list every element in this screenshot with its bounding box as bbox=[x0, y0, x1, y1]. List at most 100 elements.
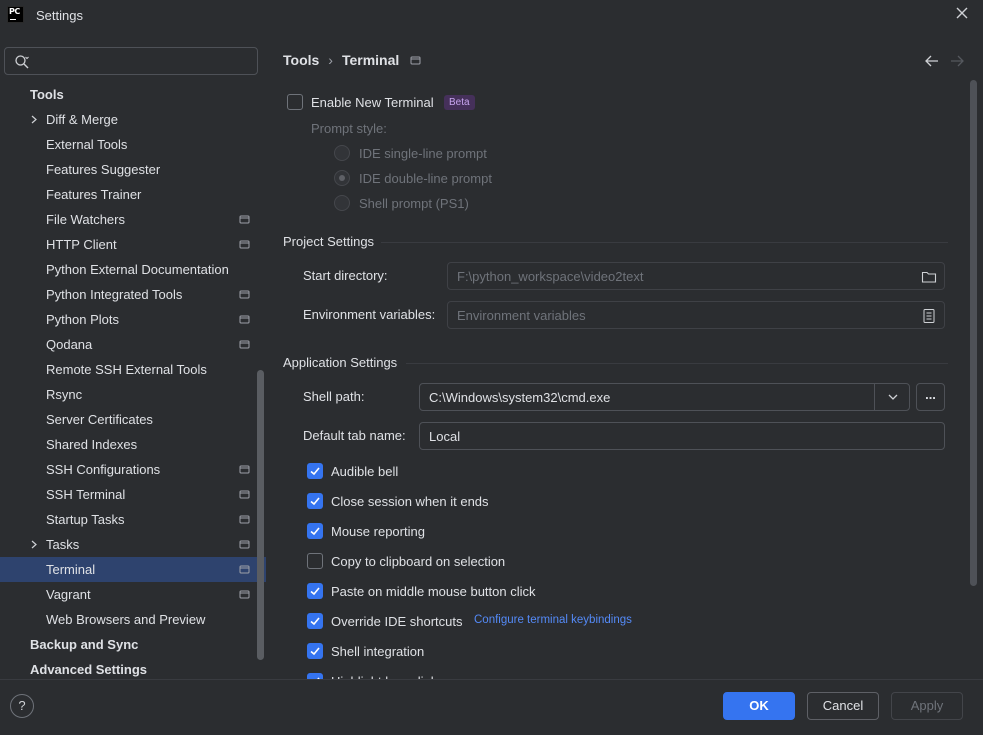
chevron-right-icon[interactable] bbox=[29, 540, 38, 549]
default-tab-label: Default tab name: bbox=[303, 428, 406, 443]
checkmark-icon bbox=[310, 527, 320, 536]
sidebar-item-diff-merge[interactable]: Diff & Merge bbox=[0, 107, 266, 132]
sidebar-item-label: Tools bbox=[30, 87, 64, 102]
option-label[interactable]: Mouse reporting bbox=[331, 524, 425, 539]
radio-double-line-label: IDE double-line prompt bbox=[359, 171, 492, 186]
default-tab-field[interactable]: Local bbox=[419, 422, 945, 450]
settings-search[interactable] bbox=[4, 47, 258, 75]
sidebar-item-tasks[interactable]: Tasks bbox=[0, 532, 266, 557]
sidebar-item-advanced-settings[interactable]: Advanced Settings bbox=[0, 657, 266, 679]
sidebar-item-terminal[interactable]: Terminal bbox=[0, 557, 266, 582]
browse-shell-button[interactable]: ... bbox=[916, 383, 945, 411]
sidebar-item-external-tools[interactable]: External Tools bbox=[0, 132, 266, 157]
sidebar-item-label: HTTP Client bbox=[46, 237, 117, 252]
arrow-left-icon[interactable] bbox=[924, 54, 940, 68]
project-scope-icon bbox=[239, 340, 250, 349]
sidebar-item-backup-and-sync[interactable]: Backup and Sync bbox=[0, 632, 266, 657]
sidebar-item-label: Vagrant bbox=[46, 587, 91, 602]
project-scope-icon bbox=[239, 590, 250, 599]
sidebar-item-tools[interactable]: Tools bbox=[0, 82, 266, 107]
sidebar-item-label: SSH Configurations bbox=[46, 462, 161, 477]
arrow-right-icon[interactable] bbox=[949, 54, 965, 68]
combo-divider bbox=[874, 384, 875, 410]
radio-double-line-prompt[interactable] bbox=[334, 170, 350, 186]
sidebar-item-python-plots[interactable]: Python Plots bbox=[0, 307, 266, 332]
sidebar-item-server-certificates[interactable]: Server Certificates bbox=[0, 407, 266, 432]
option-label[interactable]: Override IDE shortcuts bbox=[331, 614, 463, 629]
option-checkbox-paste-on-middle-mouse-button-click[interactable] bbox=[307, 583, 323, 599]
chevron-right-icon[interactable] bbox=[29, 115, 38, 124]
cancel-button[interactable]: Cancel bbox=[807, 692, 879, 720]
close-icon[interactable] bbox=[955, 6, 969, 20]
sidebar-item-file-watchers[interactable]: File Watchers bbox=[0, 207, 266, 232]
option-checkbox-copy-to-clipboard-on-selection[interactable] bbox=[307, 553, 323, 569]
sidebar-item-label: Startup Tasks bbox=[46, 512, 125, 527]
sidebar-item-vagrant[interactable]: Vagrant bbox=[0, 582, 266, 607]
start-directory-field[interactable]: F:\python_workspace\video2text bbox=[447, 262, 945, 290]
sidebar-item-http-client[interactable]: HTTP Client bbox=[0, 232, 266, 257]
pycharm-logo-icon: PC bbox=[7, 6, 24, 23]
project-scope-icon bbox=[239, 215, 250, 224]
sidebar-item-features-suggester[interactable]: Features Suggester bbox=[0, 157, 266, 182]
checkmark-icon bbox=[310, 467, 320, 476]
sidebar-item-ssh-configurations[interactable]: SSH Configurations bbox=[0, 457, 266, 482]
ok-button[interactable]: OK bbox=[723, 692, 795, 720]
main-scrollbar[interactable] bbox=[970, 80, 977, 586]
sidebar-scrollbar[interactable] bbox=[257, 370, 264, 660]
shell-path-combo[interactable]: C:\Windows\system32\cmd.exe bbox=[419, 383, 910, 411]
list-icon[interactable] bbox=[921, 308, 937, 324]
sidebar-item-remote-ssh-external-tools[interactable]: Remote SSH External Tools bbox=[0, 357, 266, 382]
option-label[interactable]: Copy to clipboard on selection bbox=[331, 554, 505, 569]
chevron-down-icon[interactable] bbox=[886, 392, 900, 402]
sidebar-item-label: Python Plots bbox=[46, 312, 119, 327]
project-scope-icon bbox=[239, 240, 250, 249]
sidebar-item-label: Remote SSH External Tools bbox=[46, 362, 207, 377]
option-checkbox-mouse-reporting[interactable] bbox=[307, 523, 323, 539]
option-checkbox-shell-integration[interactable] bbox=[307, 643, 323, 659]
sidebar-item-features-trainer[interactable]: Features Trainer bbox=[0, 182, 266, 207]
sidebar-item-label: Qodana bbox=[46, 337, 93, 352]
apply-button[interactable]: Apply bbox=[891, 692, 963, 720]
sidebar-item-python-external-documentation[interactable]: Python External Documentation bbox=[0, 257, 266, 282]
breadcrumb: Tools › Terminal bbox=[283, 52, 421, 68]
sidebar-item-qodana[interactable]: Qodana bbox=[0, 332, 266, 357]
env-vars-label: Environment variables: bbox=[303, 307, 436, 322]
project-scope-icon bbox=[239, 290, 250, 299]
sidebar-item-label: Features Trainer bbox=[46, 187, 142, 202]
section-divider bbox=[406, 363, 948, 364]
option-label[interactable]: Shell integration bbox=[331, 644, 424, 659]
option-checkbox-audible-bell[interactable] bbox=[307, 463, 323, 479]
env-vars-field[interactable]: Environment variables bbox=[447, 301, 945, 329]
search-input[interactable] bbox=[35, 51, 250, 71]
sidebar-item-startup-tasks[interactable]: Startup Tasks bbox=[0, 507, 266, 532]
configure-keybindings-link[interactable]: Configure terminal keybindings bbox=[474, 614, 632, 626]
checkmark-icon bbox=[310, 647, 320, 656]
project-scope-icon bbox=[239, 515, 250, 524]
sidebar-item-ssh-terminal[interactable]: SSH Terminal bbox=[0, 482, 266, 507]
project-scope-icon bbox=[239, 540, 250, 549]
sidebar-item-python-integrated-tools[interactable]: Python Integrated Tools bbox=[0, 282, 266, 307]
sidebar-item-label: Python Integrated Tools bbox=[46, 287, 183, 302]
sidebar-item-shared-indexes[interactable]: Shared Indexes bbox=[0, 432, 266, 457]
radio-shell-prompt-label: Shell prompt (PS1) bbox=[359, 196, 469, 211]
option-checkbox-override-ide-shortcuts[interactable] bbox=[307, 613, 323, 629]
sidebar-item-rsync[interactable]: Rsync bbox=[0, 382, 266, 407]
search-icon bbox=[15, 55, 29, 69]
checkmark-icon bbox=[310, 587, 320, 596]
radio-single-line-prompt[interactable] bbox=[334, 145, 350, 161]
section-divider bbox=[381, 242, 948, 243]
radio-shell-prompt[interactable] bbox=[334, 195, 350, 211]
sidebar-item-label: Shared Indexes bbox=[46, 437, 138, 452]
default-tab-value: Local bbox=[429, 429, 461, 444]
option-label[interactable]: Paste on middle mouse button click bbox=[331, 584, 536, 599]
application-settings-title: Application Settings bbox=[283, 355, 398, 370]
folder-icon[interactable] bbox=[921, 269, 937, 285]
enable-new-terminal-checkbox[interactable] bbox=[287, 94, 303, 110]
help-button[interactable]: ? bbox=[10, 694, 34, 718]
sidebar-item-web-browsers-and-preview[interactable]: Web Browsers and Preview bbox=[0, 607, 266, 632]
enable-new-terminal-label[interactable]: Enable New Terminal bbox=[311, 95, 434, 110]
option-label[interactable]: Audible bell bbox=[331, 464, 398, 479]
breadcrumb-parent[interactable]: Tools bbox=[283, 52, 319, 68]
option-label[interactable]: Close session when it ends bbox=[331, 494, 489, 509]
option-checkbox-close-session-when-it-ends[interactable] bbox=[307, 493, 323, 509]
